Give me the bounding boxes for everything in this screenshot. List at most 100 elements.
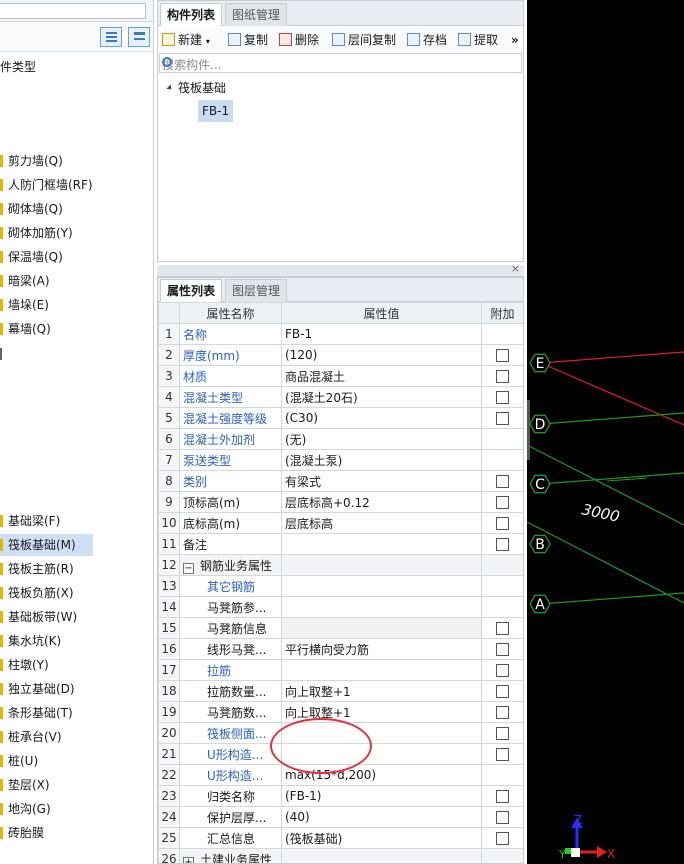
attach-checkbox[interactable] bbox=[496, 685, 509, 698]
property-row[interactable]: 13 其它钢筋 bbox=[158, 575, 523, 597]
attach-checkbox[interactable] bbox=[496, 811, 509, 824]
nav-item[interactable]: 桩承台(V) bbox=[0, 726, 62, 748]
attach-checkbox[interactable] bbox=[496, 349, 509, 362]
property-value[interactable]: (筏板基础) bbox=[281, 827, 482, 849]
property-value[interactable]: (C30) bbox=[281, 407, 482, 429]
nav-item[interactable]: 暗梁(A) bbox=[0, 270, 50, 292]
property-row[interactable]: 5 混凝土强度等级 (C30) bbox=[158, 407, 523, 429]
property-value[interactable]: (FB-1) bbox=[281, 785, 482, 807]
search-icon[interactable] bbox=[162, 57, 172, 67]
attach-checkbox[interactable] bbox=[496, 517, 509, 530]
attach-checkbox[interactable] bbox=[496, 748, 509, 761]
nav-item[interactable]: 筏板主筋(R) bbox=[0, 558, 74, 580]
attach-checkbox[interactable] bbox=[496, 832, 509, 845]
nav-item[interactable]: 地沟(G) bbox=[0, 798, 51, 820]
new-button[interactable]: 新建 ▾ bbox=[162, 31, 210, 49]
property-value[interactable] bbox=[281, 617, 482, 639]
property-value[interactable] bbox=[281, 596, 482, 618]
nav-item[interactable]: 桩(U) bbox=[0, 750, 38, 772]
property-row[interactable]: 2 厚度(mm) (120) bbox=[158, 344, 523, 366]
nav-item[interactable]: 条形基础(T) bbox=[0, 702, 73, 724]
attach-checkbox[interactable] bbox=[496, 790, 509, 803]
property-row[interactable]: 4 混凝土类型 (混凝土20石) bbox=[158, 386, 523, 408]
property-value[interactable]: 有梁式 bbox=[281, 470, 482, 492]
property-value[interactable]: 商品混凝土 bbox=[281, 365, 482, 387]
tree-root[interactable]: 筏板基础 bbox=[166, 79, 226, 96]
attach-checkbox[interactable] bbox=[496, 622, 509, 635]
nav-item[interactable]: 垫层(X) bbox=[0, 774, 50, 796]
property-row[interactable]: 10 底标高(m) 层底标高 bbox=[158, 512, 523, 534]
nav-item[interactable]: 人防门框墙(RF) bbox=[0, 174, 93, 196]
save-button[interactable]: 存档 bbox=[407, 31, 447, 49]
nav-item[interactable]: 保温墙(Q) bbox=[0, 246, 63, 268]
nav-item[interactable]: 剪力墙(Q) bbox=[0, 150, 63, 172]
attach-checkbox[interactable] bbox=[496, 538, 509, 551]
more-button[interactable]: » bbox=[511, 31, 519, 49]
property-row[interactable]: 24 保护层厚... (40) bbox=[158, 806, 523, 828]
property-row[interactable]: 14 马凳筋参... bbox=[158, 596, 523, 618]
nav-item[interactable]: 基础板带(W) bbox=[0, 606, 77, 628]
property-value[interactable]: FB-1 bbox=[281, 323, 482, 345]
property-value[interactable] bbox=[281, 554, 482, 576]
property-row[interactable]: 18 拉筋数量... 向上取整+1 bbox=[158, 680, 523, 702]
attach-checkbox[interactable] bbox=[496, 391, 509, 404]
expand-toggle-icon[interactable]: + bbox=[183, 856, 194, 863]
floor-copy-button[interactable]: 层间复制 bbox=[332, 31, 396, 49]
nav-item[interactable]: 墙垛(E) bbox=[0, 294, 49, 316]
property-row[interactable]: 17 拉筋 bbox=[158, 659, 523, 681]
tab-drawing-manage[interactable]: 图纸管理 bbox=[225, 3, 288, 26]
drawing-canvas[interactable]: E D C B A 3000 Z Y X bbox=[527, 0, 684, 864]
search-input[interactable]: 搜索构件... bbox=[159, 53, 522, 73]
expand-toggle-icon[interactable]: − bbox=[183, 562, 194, 574]
nav-item[interactable]: 筏板负筋(X) bbox=[0, 582, 74, 604]
left-filter-box[interactable] bbox=[0, 3, 146, 19]
property-value[interactable] bbox=[281, 575, 482, 597]
attach-checkbox[interactable] bbox=[496, 412, 509, 425]
property-row[interactable]: 8 类别 有梁式 bbox=[158, 470, 523, 492]
detail-view-icon[interactable] bbox=[128, 27, 150, 47]
close-icon[interactable]: × bbox=[511, 262, 520, 275]
property-value[interactable]: 平行横向受力筋 bbox=[281, 638, 482, 660]
panel-splitter[interactable]: × bbox=[157, 262, 524, 277]
nav-item[interactable]: 砌体墙(Q) bbox=[0, 198, 63, 220]
nav-item[interactable]: 砌体加筋(Y) bbox=[0, 222, 73, 244]
property-value[interactable] bbox=[281, 533, 482, 555]
attach-checkbox[interactable] bbox=[496, 496, 509, 509]
nav-item[interactable]: 砖胎膜 bbox=[0, 822, 44, 844]
property-value[interactable] bbox=[281, 848, 482, 863]
attach-checkbox[interactable] bbox=[496, 706, 509, 719]
tab-layer-manage[interactable]: 图层管理 bbox=[225, 279, 288, 302]
property-row[interactable]: 9 顶标高(m) 层底标高+0.12 bbox=[158, 491, 523, 513]
property-value[interactable] bbox=[281, 659, 482, 681]
property-row[interactable]: 11 备注 bbox=[158, 533, 523, 555]
property-value[interactable]: (120) bbox=[281, 344, 482, 366]
tab-property-list[interactable]: 属性列表 bbox=[160, 279, 223, 302]
property-row[interactable]: 15 马凳筋信息 bbox=[158, 617, 523, 639]
property-value[interactable]: 层底标高 bbox=[281, 512, 482, 534]
property-value[interactable]: 向上取整+1 bbox=[281, 680, 482, 702]
delete-button[interactable]: 删除 bbox=[279, 31, 319, 49]
attach-checkbox[interactable] bbox=[496, 664, 509, 677]
property-row[interactable]: 3 材质 商品混凝土 bbox=[158, 365, 523, 387]
extract-button[interactable]: 提取 bbox=[458, 31, 498, 49]
property-value[interactable]: (混凝土泵) bbox=[281, 449, 482, 471]
attach-checkbox[interactable] bbox=[496, 370, 509, 383]
property-row[interactable]: 1 名称 FB-1 bbox=[158, 323, 523, 345]
nav-item[interactable]: 独立基础(D) bbox=[0, 678, 75, 700]
property-row[interactable]: 23 归类名称 (FB-1) bbox=[158, 785, 523, 807]
tree-leaf-fb1[interactable]: FB-1 bbox=[198, 100, 234, 122]
property-value[interactable]: (混凝土20石) bbox=[281, 386, 482, 408]
attach-checkbox[interactable] bbox=[496, 727, 509, 740]
tab-component-list[interactable]: 构件列表 bbox=[160, 3, 223, 26]
property-value[interactable]: 层底标高+0.12 bbox=[281, 491, 482, 513]
property-row[interactable]: 16 线形马凳... 平行横向受力筋 bbox=[158, 638, 523, 660]
nav-item[interactable]: 幕墙(Q) bbox=[0, 318, 51, 340]
nav-item[interactable]: 基础梁(F) bbox=[0, 510, 60, 532]
nav-item[interactable]: 筏板基础(M) bbox=[0, 534, 93, 556]
property-row[interactable]: 6 混凝土外加剂 (无) bbox=[158, 428, 523, 450]
nav-item[interactable]: 集水坑(K) bbox=[0, 630, 61, 652]
list-view-icon[interactable] bbox=[100, 27, 122, 47]
collapse-arrow-icon[interactable] bbox=[166, 84, 174, 92]
property-row[interactable]: 26 + 土建业务属性 bbox=[158, 848, 523, 863]
attach-checkbox[interactable] bbox=[496, 475, 509, 488]
